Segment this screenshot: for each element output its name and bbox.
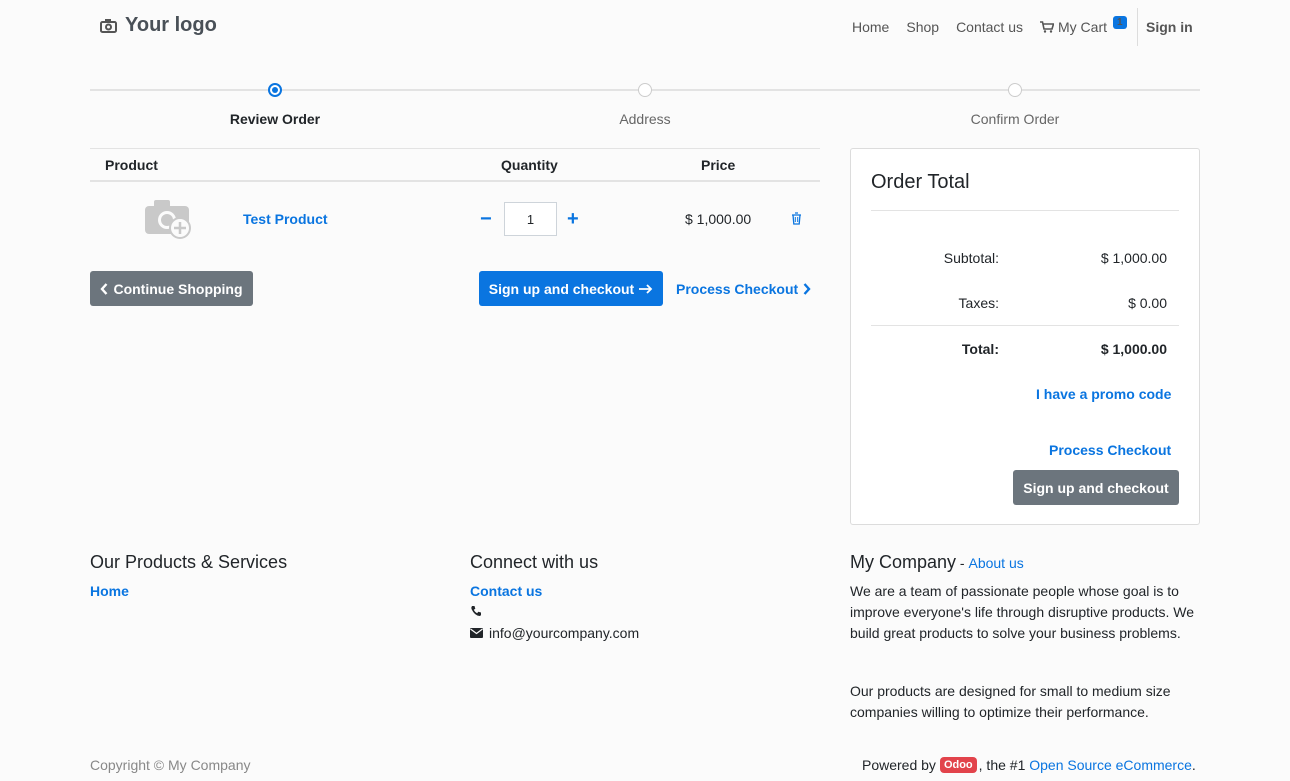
quantity-decrease-button[interactable]: − (480, 208, 492, 231)
footer-connect-heading: Connect with us (470, 552, 599, 572)
promo-code-link[interactable]: I have a promo code (1036, 386, 1171, 402)
step-label-confirm: Confirm Order (970, 111, 1060, 127)
table-header-border (90, 180, 820, 182)
nav-home-label: Home (852, 19, 890, 35)
sign-in-link[interactable]: Sign in (1146, 19, 1193, 35)
copyright-text: Copyright © My Company (90, 757, 251, 773)
cart-icon (1040, 21, 1054, 33)
column-header-price: Price (701, 157, 736, 173)
order-total-title: Order Total (871, 171, 970, 193)
nav-contact[interactable]: Contact us (956, 19, 1023, 35)
footer-products-heading: Our Products & Services (90, 552, 288, 572)
cart-count-badge: 1 (1113, 15, 1127, 29)
powered-by-end: . (1191, 757, 1196, 773)
nav-cart[interactable]: My Cart 1 (1040, 15, 1127, 35)
logo-text: Your logo (125, 14, 217, 36)
process-checkout-label: Process Checkout (676, 281, 799, 297)
card-divider (871, 210, 1179, 211)
envelope-icon (470, 628, 483, 638)
step-label-address: Address (619, 111, 671, 127)
footer-company-separator: - (956, 555, 969, 571)
total-value: $ 1,000.00 (1100, 341, 1167, 357)
product-price: $ 1,000.00 (685, 211, 752, 227)
footer-company-heading: My Company - About us (850, 552, 1024, 573)
footer-company-name: My Company (850, 552, 957, 572)
footer-company-paragraph-2: Our products are designed for small to m… (850, 683, 1171, 720)
taxes-value: $ 0.00 (1128, 295, 1167, 311)
subtotal-label: Subtotal: (943, 250, 999, 266)
chevron-right-icon (803, 283, 811, 295)
footer-home-link[interactable]: Home (90, 583, 129, 599)
quantity-input[interactable] (504, 202, 557, 236)
footer-about-link[interactable]: About us (968, 555, 1023, 571)
total-label: Total: (961, 341, 999, 357)
quantity-increase-button[interactable]: + (567, 208, 579, 231)
subtotal-value: $ 1,000.00 (1100, 250, 1167, 266)
product-placeholder-icon (145, 200, 191, 239)
footer-contact-link[interactable]: Contact us (470, 583, 542, 599)
main-nav: Home Shop Contact us My Cart 1 (852, 15, 1144, 36)
footer-company-paragraph-1: We are a team of passionate people whose… (850, 583, 1195, 641)
odoo-logo[interactable]: Odoo (939, 757, 977, 773)
process-checkout-link[interactable]: Process Checkout (676, 281, 811, 297)
continue-shopping-button[interactable]: Continue Shopping (90, 271, 253, 306)
nav-shop-label: Shop (906, 19, 940, 35)
powered-by-label: Powered by (862, 757, 936, 773)
open-source-ecommerce-link[interactable]: Open Source eCommerce (1029, 757, 1192, 773)
total-divider (871, 325, 1179, 326)
nav-shop[interactable]: Shop (906, 19, 939, 35)
powered-by-mid-text: , the #1 (978, 757, 1026, 773)
nav-contact-label: Contact us (956, 19, 1023, 35)
step-dot-confirm (1008, 83, 1022, 97)
phone-icon (471, 606, 481, 616)
taxes-label: Taxes: (958, 295, 999, 311)
step-dot-review (268, 83, 282, 97)
table-top-border (90, 148, 820, 149)
trash-icon[interactable] (791, 212, 802, 225)
powered-by: Powered by Odoo , the #1 Open Source eCo… (862, 757, 1196, 773)
column-header-quantity: Quantity (501, 157, 558, 173)
nav-cart-label: My Cart (1058, 19, 1107, 35)
arrow-right-icon (639, 283, 653, 294)
camera-icon (100, 19, 117, 33)
card-process-checkout-link[interactable]: Process Checkout (1049, 442, 1171, 458)
signup-checkout-button[interactable]: Sign up and checkout (479, 271, 663, 306)
footer-phone (470, 605, 488, 617)
site-logo[interactable]: Your logo (100, 14, 217, 37)
footer-email: info@yourcompany.com (470, 625, 639, 641)
order-total-card (850, 148, 1200, 525)
footer-email-address: info@yourcompany.com (489, 625, 640, 641)
column-header-product: Product (105, 157, 158, 173)
product-name-link[interactable]: Test Product (243, 211, 328, 227)
nav-divider (1137, 8, 1138, 46)
step-dot-address (638, 83, 652, 97)
step-label-review: Review Order (229, 111, 321, 127)
continue-shopping-label: Continue Shopping (113, 280, 243, 297)
card-signup-checkout-button[interactable]: Sign up and checkout (1013, 470, 1179, 505)
signup-checkout-label: Sign up and checkout (488, 280, 635, 297)
nav-home[interactable]: Home (852, 19, 889, 35)
chevron-left-icon (100, 282, 108, 295)
